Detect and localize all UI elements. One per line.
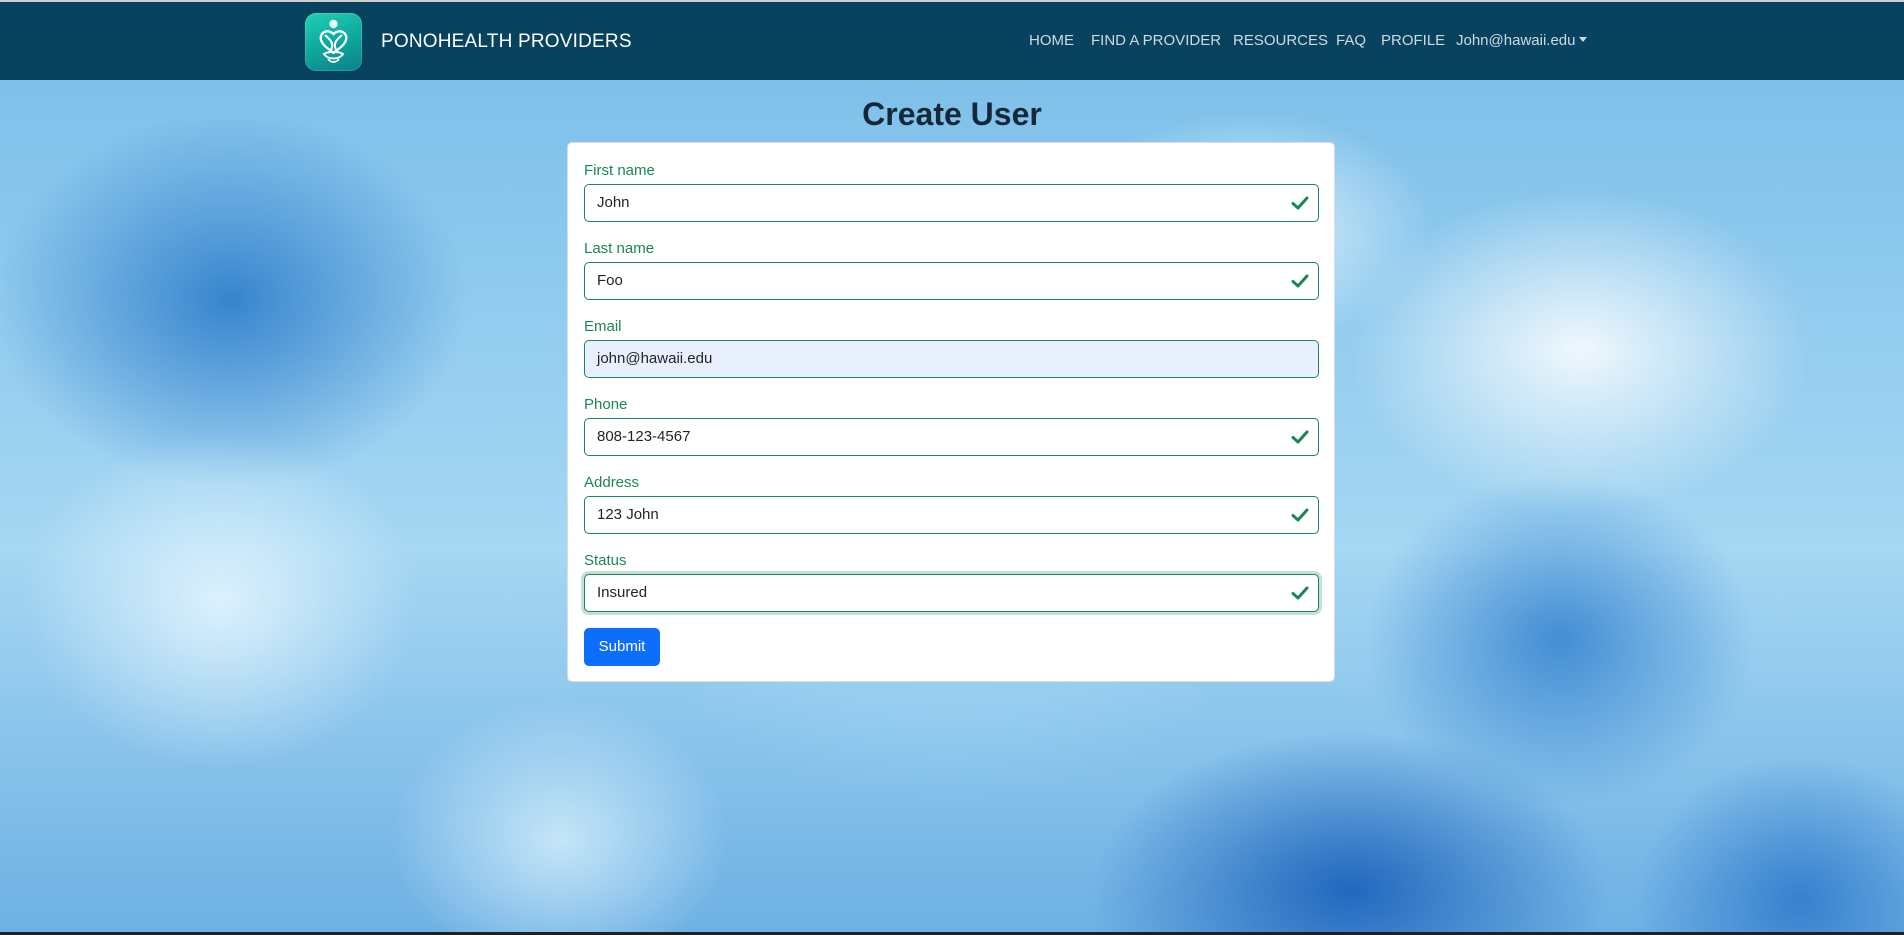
email-input[interactable]: john@hawaii.edu — [584, 340, 1319, 378]
first-name-label: First name — [584, 162, 655, 179]
first-name-input[interactable]: John — [584, 184, 1319, 222]
nav-resources[interactable]: RESOURCES — [1233, 32, 1328, 49]
email-label: Email — [584, 318, 622, 335]
last-name-input[interactable]: Foo — [584, 262, 1319, 300]
valid-check-icon — [1291, 274, 1309, 288]
address-label: Address — [584, 474, 640, 491]
page-title: Create User — [862, 96, 1042, 132]
last-name-value: Foo — [597, 272, 623, 289]
phone-label: Phone — [584, 396, 628, 413]
navbar: PONOHEALTH PROVIDERS HOME FIND A PROVIDE… — [0, 2, 1904, 80]
phone-input[interactable]: 808-123-4567 — [584, 418, 1319, 456]
main-nav: HOME FIND A PROVIDER RESOURCES FAQ PROFI… — [0, 32, 1904, 56]
email-value: john@hawaii.edu — [597, 350, 713, 367]
nav-home[interactable]: HOME — [1029, 32, 1074, 49]
user-menu-label: John@hawaii.edu — [1456, 32, 1576, 49]
user-menu-toggle[interactable]: John@hawaii.edu — [1456, 32, 1588, 49]
nav-find-a-provider[interactable]: FIND A PROVIDER — [1091, 32, 1221, 49]
valid-check-icon — [1291, 430, 1309, 444]
valid-check-icon — [1291, 586, 1309, 600]
nav-profile[interactable]: PROFILE — [1381, 32, 1445, 49]
address-input[interactable]: 123 John — [584, 496, 1319, 534]
status-value: Insured — [597, 584, 648, 601]
status-select[interactable]: Insured — [584, 574, 1319, 612]
valid-check-icon — [1291, 508, 1309, 522]
status-label: Status — [584, 552, 627, 569]
last-name-label: Last name — [584, 240, 655, 257]
nav-faq[interactable]: FAQ — [1336, 32, 1366, 49]
caret-down-icon — [1579, 37, 1588, 42]
phone-value: 808-123-4567 — [597, 428, 691, 445]
create-user-form: First name John Last name Foo Email john… — [567, 142, 1335, 682]
valid-check-icon — [1291, 196, 1309, 210]
first-name-value: John — [597, 194, 630, 211]
submit-button[interactable]: Submit — [584, 628, 660, 666]
address-value: 123 John — [597, 506, 659, 523]
